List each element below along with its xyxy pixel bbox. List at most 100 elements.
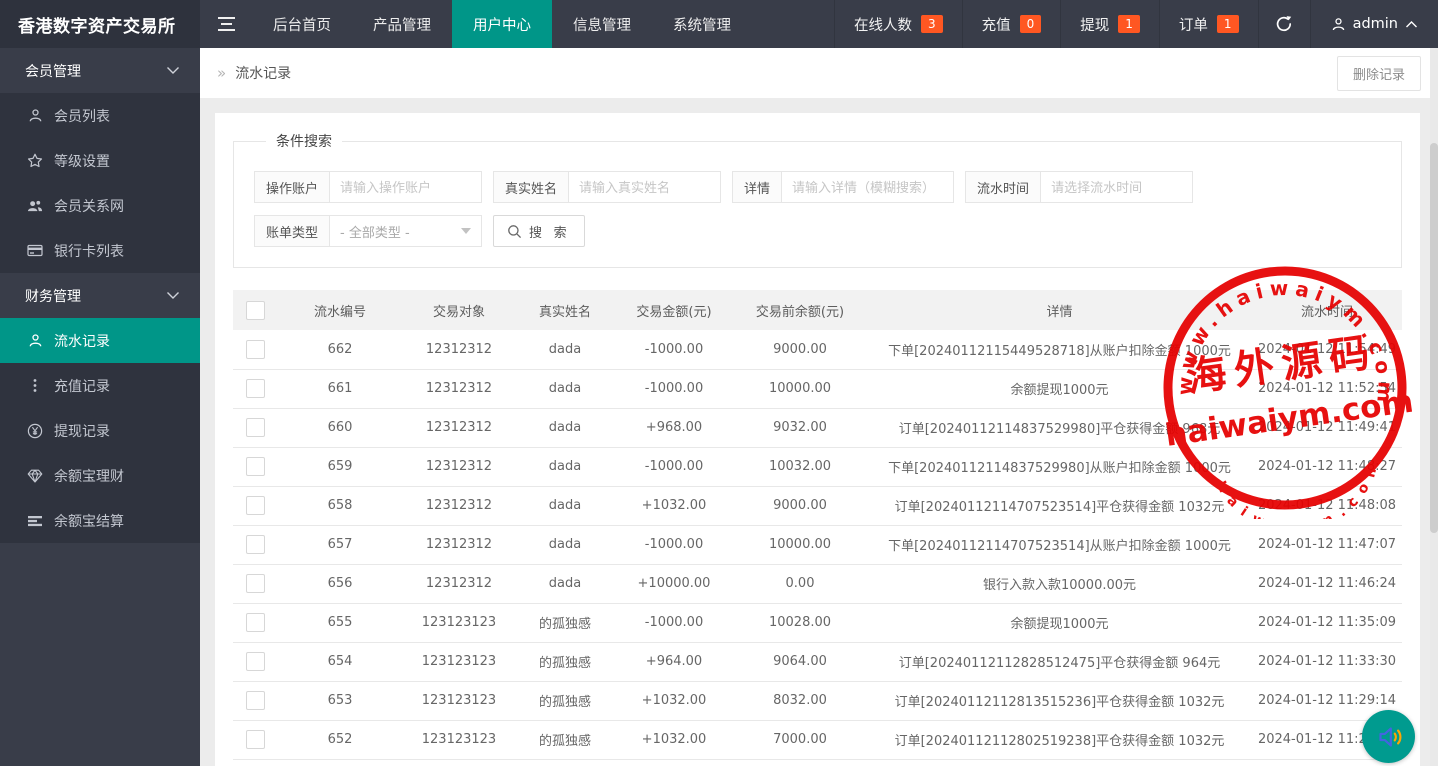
flow-table-body: 662 12312312 dada -1000.00 9000.00 下单[2024011…: [233, 330, 1402, 766]
nav-item-user-center[interactable]: 用户中心: [452, 0, 552, 48]
app-logo: 香港数字资产交易所: [0, 0, 200, 48]
cell-trade-object: 123123123: [403, 642, 515, 682]
field-detail: 详情: [732, 171, 955, 203]
cell-time: 2024-01-12 11:54:49: [1252, 330, 1402, 370]
row-checkbox[interactable]: [245, 379, 265, 398]
cell-balance: 8032.00: [733, 681, 867, 721]
table-header: 流水编号 交易对象 真实姓名 交易金额(元) 交易前余额(元) 详情 流水时间: [233, 290, 1402, 330]
sidebar: 会员管理 会员列表 等级设置 会员关系网 银行卡列表 财务管理 流水记录 充值记…: [0, 48, 200, 766]
refresh-button[interactable]: [1257, 0, 1310, 48]
sidebar-item-level-settings[interactable]: 等级设置: [0, 138, 200, 183]
caret-down-icon: [461, 228, 472, 234]
row-checkbox[interactable]: [245, 652, 265, 671]
sidebar-item-deposit-records[interactable]: 充值记录: [0, 363, 200, 408]
sidebar-item-label: 等级设置: [54, 153, 110, 170]
row-checkbox[interactable]: [245, 691, 265, 710]
cell-time: 2024-01-12 11:33:30: [1252, 642, 1402, 682]
cell-detail: 下单[20240112114707523514]从账户扣除金额 1000元: [867, 525, 1252, 565]
bank-card-icon: [27, 243, 43, 259]
nav-item-system[interactable]: 系统管理: [652, 0, 752, 48]
scrollbar-thumb[interactable]: [1430, 143, 1438, 533]
cell-flow-id: 654: [277, 642, 403, 682]
audio-notification-button[interactable]: [1362, 710, 1415, 763]
row-checkbox[interactable]: [245, 496, 265, 515]
stat-deposits[interactable]: 充值 0: [961, 0, 1061, 48]
cell-amount: -1000.00: [615, 369, 733, 409]
select-all-checkbox[interactable]: [245, 300, 265, 320]
table-row: 651123123123的孤独感-1000.008000.00下单[202401…: [233, 759, 1402, 766]
stat-badge: 1: [1216, 15, 1239, 33]
flow-time-input[interactable]: [1041, 171, 1194, 203]
nav-item-dashboard[interactable]: 后台首页: [252, 0, 352, 48]
sidebar-item-bank-cards[interactable]: 银行卡列表: [0, 228, 200, 273]
sidebar-item-withdraw-records[interactable]: 提现记录: [0, 408, 200, 453]
sidebar-item-label: 会员关系网: [54, 198, 124, 215]
search-row-2: 账单类型 - 全部类型 - 搜 索: [254, 215, 1381, 247]
search-button[interactable]: 搜 索: [493, 215, 585, 247]
detail-input[interactable]: [782, 171, 955, 203]
cell-real-name: 的孤独感: [515, 720, 615, 760]
cell-balance: 9032.00: [733, 408, 867, 448]
row-checkbox[interactable]: [245, 535, 265, 554]
row-select-cell: [233, 330, 277, 370]
menu-toggle-button[interactable]: [200, 0, 252, 48]
nav-item-products[interactable]: 产品管理: [352, 0, 452, 48]
cell-real-name: 的孤独感: [515, 681, 615, 721]
sidebar-item-member-network[interactable]: 会员关系网: [0, 183, 200, 228]
cell-detail: 下单[20240112115449528718]从账户扣除金额 1000元: [867, 330, 1252, 370]
delete-records-button[interactable]: 删除记录: [1336, 55, 1421, 91]
stat-withdrawals[interactable]: 提现 1: [1060, 0, 1159, 48]
person-icon: [27, 108, 43, 124]
cell-trade-object: 12312312: [403, 330, 515, 370]
search-button-label: 搜 索: [529, 224, 571, 240]
nav-item-info[interactable]: 信息管理: [552, 0, 652, 48]
row-checkbox[interactable]: [245, 339, 265, 359]
operator-account-input[interactable]: [330, 171, 483, 203]
header-time: 流水时间: [1252, 290, 1402, 330]
row-checkbox[interactable]: [245, 457, 265, 476]
sidebar-item-member-list[interactable]: 会员列表: [0, 93, 200, 138]
cell-flow-id: 657: [277, 525, 403, 565]
cell-flow-id: 660: [277, 408, 403, 448]
sidebar-item-flow-records[interactable]: 流水记录: [0, 318, 200, 363]
bill-type-select[interactable]: - 全部类型 -: [330, 215, 483, 247]
search-icon: [507, 224, 522, 239]
header-real-name: 真实姓名: [515, 290, 615, 330]
real-name-input[interactable]: [569, 171, 722, 203]
cell-balance: 9064.00: [733, 642, 867, 682]
breadcrumb-bar: » 流水记录 删除记录: [200, 48, 1438, 98]
cell-trade-object: 12312312: [403, 525, 515, 565]
cell-trade-object: 12312312: [403, 564, 515, 604]
sidebar-group-member[interactable]: 会员管理: [0, 48, 200, 93]
main-content: 条件搜索 操作账户 真实姓名 详情 流水时间: [200, 98, 1438, 766]
row-checkbox[interactable]: [245, 574, 265, 593]
cell-real-name: dada: [515, 525, 615, 565]
sidebar-group-finance[interactable]: 财务管理: [0, 273, 200, 318]
user-menu[interactable]: admin: [1309, 0, 1438, 48]
row-select-cell: [233, 525, 277, 565]
scrollbar-track[interactable]: [1430, 48, 1438, 766]
row-checkbox[interactable]: [245, 418, 265, 437]
row-checkbox[interactable]: [245, 730, 265, 749]
stat-online-users[interactable]: 在线人数 3: [834, 0, 962, 48]
table-row: 653 123123123 的孤独感 +1032.00 8032.00 订单[202401…: [233, 681, 1402, 721]
cell-time: 2024-01-12 11:35:09: [1252, 603, 1402, 643]
sidebar-item-yuebao-invest[interactable]: 余额宝理财: [0, 453, 200, 498]
stat-badge: 1: [1118, 15, 1140, 33]
row-checkbox[interactable]: [245, 613, 265, 632]
field-label: 流水时间: [965, 171, 1042, 203]
cell-trade-object: 12312312: [403, 447, 515, 487]
header-balance: 交易前余额(元): [733, 290, 867, 330]
stat-orders[interactable]: 订单 1: [1158, 0, 1258, 48]
sidebar-item-label: 提现记录: [54, 423, 110, 440]
cell-flow-id: 652: [277, 720, 403, 760]
username: admin: [1352, 16, 1398, 32]
cell-amount: +1032.00: [615, 681, 733, 721]
field-real-name: 真实姓名: [493, 171, 722, 203]
table-row: 658 12312312 dada +1032.00 9000.00 订单[2024011…: [233, 486, 1402, 526]
sidebar-item-label: 余额宝结算: [54, 513, 124, 530]
sidebar-item-yuebao-settle[interactable]: 余额宝结算: [0, 498, 200, 543]
row-select-cell: [233, 603, 277, 643]
cell-amount: -1000.00: [615, 603, 733, 643]
cell-flow-id: 651: [277, 759, 403, 766]
